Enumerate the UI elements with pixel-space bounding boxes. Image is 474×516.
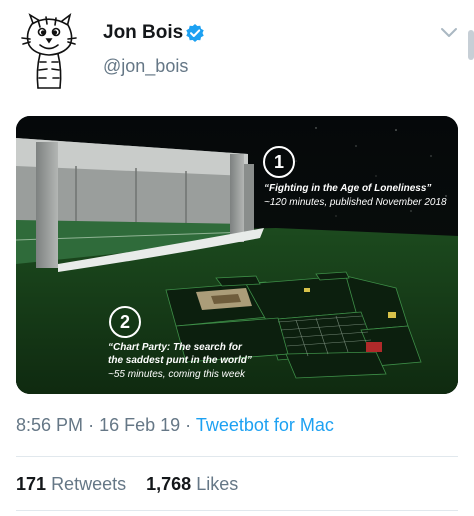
separator: · xyxy=(88,415,95,435)
tweet-time: 8:56 PM xyxy=(16,415,84,435)
likes-label: Likes xyxy=(196,474,239,494)
verified-badge-icon xyxy=(185,23,205,43)
caption2-title-line2: the saddest punt in the world” xyxy=(108,355,252,366)
display-name[interactable]: Jon Bois xyxy=(103,22,183,44)
scrollbar[interactable] xyxy=(468,30,474,60)
likes-stat[interactable]: 1,768 Likes xyxy=(146,474,238,494)
source-link[interactable]: Tweetbot for Mac xyxy=(196,415,334,435)
divider xyxy=(16,510,458,511)
caption2-subtitle: ~55 minutes, coming this week xyxy=(108,369,246,380)
avatar[interactable] xyxy=(18,12,80,90)
chevron-down-icon[interactable] xyxy=(440,26,458,38)
caption2-title-line1: “Chart Party: The search for xyxy=(108,342,242,353)
engagement-stats: 171 Retweets 1,768 Likes xyxy=(16,474,238,495)
divider xyxy=(16,456,458,457)
tweet-date: 16 Feb 19 xyxy=(99,415,181,435)
separator: · xyxy=(185,415,192,435)
likes-count: 1,768 xyxy=(146,474,192,494)
handle[interactable]: @jon_bois xyxy=(103,56,188,77)
caption1-title: “Fighting in the Age of Loneliness” xyxy=(264,183,432,194)
caption2-number: 2 xyxy=(119,312,130,332)
caption1-number: 1 xyxy=(273,152,284,172)
caption1-subtitle: ~120 minutes, published November 2018 xyxy=(264,197,447,208)
retweets-count: 171 xyxy=(16,474,47,494)
media-image[interactable]: 1 “Fighting in the Age of Loneliness” ~1… xyxy=(16,116,458,394)
tweet-timestamp: 8:56 PM · 16 Feb 19 · Tweetbot for Mac xyxy=(16,415,334,436)
retweets-label: Retweets xyxy=(51,474,127,494)
retweets-stat[interactable]: 171 Retweets xyxy=(16,474,131,494)
